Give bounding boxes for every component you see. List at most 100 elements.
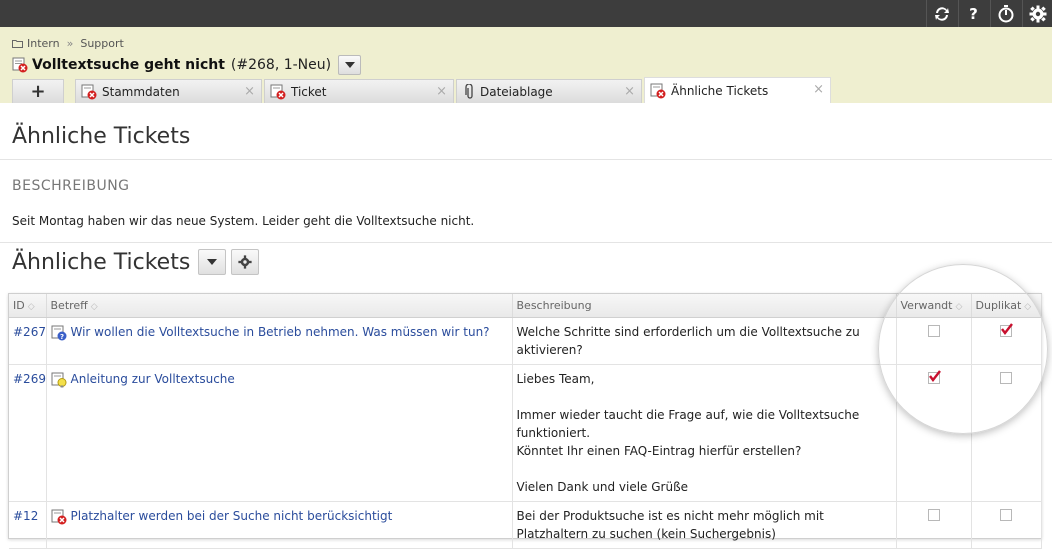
description-cell: Welche Schritte sind erforderlich um die… xyxy=(512,317,897,365)
ticket-error-icon xyxy=(51,509,66,524)
check-icon xyxy=(928,369,941,382)
column-label: Verwandt xyxy=(900,298,953,312)
description-line: Vielen Dank und viele Grüße xyxy=(516,479,689,494)
column-header-description[interactable]: Beschreibung xyxy=(512,294,897,318)
related-cell xyxy=(896,501,972,549)
title-row: Volltextsuche geht nicht (#268, 1-Neu) xyxy=(12,54,362,76)
ticket-question-icon: ? xyxy=(51,325,66,341)
ticket-id-link[interactable]: #12 xyxy=(9,501,47,549)
description-line: Liebes Team, xyxy=(516,371,595,386)
ticket-meta: (#268, 1-Neu) xyxy=(230,57,332,73)
help-label: ? xyxy=(969,4,978,23)
description-line: Bei der Produktsuche ist es nicht mehr m… xyxy=(516,508,824,541)
ticket-id-link[interactable]: #267 xyxy=(9,317,47,365)
ticket-menu-button[interactable] xyxy=(338,55,362,75)
column-label: Duplikat xyxy=(975,298,1022,312)
ticket-idea-icon xyxy=(51,372,66,387)
column-label: Betreff xyxy=(50,298,88,312)
ticket-error-icon xyxy=(270,84,286,99)
table-row: #269 Anleitung zur Volltextsuche Liebes … xyxy=(9,364,1042,502)
description-label: BESCHREIBUNG xyxy=(12,178,130,194)
sort-icon: ◇ xyxy=(27,301,35,312)
ticket-subject-link[interactable]: Wir wollen die Volltextsuche in Betrieb … xyxy=(71,323,490,341)
add-tab-button[interactable]: + xyxy=(12,79,64,103)
divider xyxy=(0,159,1052,160)
similar-tickets-table: ID ◇ Betreff ◇ Beschreibung Verwandt ◇ Dupl… xyxy=(8,293,1042,549)
tab-ticket[interactable]: Ticket × xyxy=(264,79,454,103)
related-checkbox[interactable] xyxy=(927,369,941,384)
top-toolbar: ? xyxy=(0,0,1052,27)
svg-text:?: ? xyxy=(59,333,63,341)
column-label: ID xyxy=(13,298,25,312)
table-header-row: ID ◇ Betreff ◇ Beschreibung Verwandt ◇ Dupl… xyxy=(9,294,1042,318)
sort-icon: ◇ xyxy=(1024,301,1032,312)
tab-dateiablage[interactable]: Dateiablage × xyxy=(456,79,642,103)
column-label: Beschreibung xyxy=(516,298,592,312)
ticket-id-link[interactable]: #269 xyxy=(9,364,47,502)
ticket-subject-link[interactable]: Anleitung zur Volltextsuche xyxy=(71,370,235,388)
related-cell xyxy=(896,364,972,502)
breadcrumb-separator: » xyxy=(66,37,74,50)
tab-label: Ticket xyxy=(291,84,327,99)
breadcrumb: Intern » Support xyxy=(12,37,124,50)
close-icon[interactable]: × xyxy=(244,84,255,99)
close-icon[interactable]: × xyxy=(436,84,447,99)
duplicate-checkbox[interactable] xyxy=(1000,371,1012,384)
section-title: Ähnliche Tickets xyxy=(12,249,191,275)
refresh-icon[interactable] xyxy=(926,0,956,27)
duplicate-checkbox[interactable] xyxy=(1000,322,1013,337)
check-icon xyxy=(1001,322,1013,335)
similar-tickets-header: Ähnliche Tickets xyxy=(12,249,260,275)
chevron-down-icon xyxy=(344,62,355,68)
related-checkbox[interactable] xyxy=(927,324,940,337)
close-icon[interactable]: × xyxy=(624,84,635,99)
section-menu-button[interactable] xyxy=(198,249,227,275)
divider xyxy=(0,242,1052,243)
duplicate-cell xyxy=(971,317,1042,365)
column-header-duplicate[interactable]: Duplikat ◇ xyxy=(971,294,1042,318)
duplicate-cell xyxy=(971,501,1042,549)
help-icon[interactable]: ? xyxy=(958,0,988,27)
related-checkbox[interactable] xyxy=(927,508,940,521)
breadcrumb-item-intern[interactable]: Intern xyxy=(27,37,60,50)
subject-cell: Anleitung zur Volltextsuche xyxy=(46,364,513,502)
duplicate-checkbox[interactable] xyxy=(1000,508,1012,521)
table-row: #12 Platzhalter werden bei der Suche nic… xyxy=(9,501,1042,549)
gear-icon xyxy=(238,255,252,269)
sort-icon: ◇ xyxy=(90,301,98,312)
subject-cell: ? Wir wollen die Volltextsuche in Betrie… xyxy=(46,317,513,365)
add-tab-label: + xyxy=(30,81,46,102)
tab-aehnliche-tickets[interactable]: Ähnliche Tickets × xyxy=(644,77,831,103)
subject-cell: Platzhalter werden bei der Suche nicht b… xyxy=(46,501,513,549)
description-text: Seit Montag haben wir das neue System. L… xyxy=(12,214,475,228)
related-cell xyxy=(896,317,972,365)
timer-icon[interactable] xyxy=(990,0,1020,27)
tab-label: Stammdaten xyxy=(102,84,180,99)
ticket-header: Intern » Support Volltextsuche geht nich… xyxy=(0,27,1052,103)
column-header-subject[interactable]: Betreff ◇ xyxy=(46,294,513,318)
paperclip-icon xyxy=(465,83,473,99)
breadcrumb-item-support[interactable]: Support xyxy=(80,37,123,50)
ticket-error-icon xyxy=(650,83,666,98)
folder-icon xyxy=(12,40,23,48)
section-settings-button[interactable] xyxy=(231,249,260,275)
description-line: Könntet Ihr einen FAQ-Eintrag hierfür er… xyxy=(516,443,802,458)
tab-label: Ähnliche Tickets xyxy=(671,83,769,98)
description-line: Welche Schritte sind erforderlich um die… xyxy=(516,324,860,357)
page-title: Ähnliche Tickets xyxy=(12,124,191,149)
close-icon[interactable]: × xyxy=(813,82,824,97)
table-row: #267 ? Wir wollen die Volltextsuche in B… xyxy=(9,317,1042,365)
duplicate-cell xyxy=(971,364,1042,502)
sort-icon: ◇ xyxy=(955,301,963,312)
ticket-error-icon xyxy=(12,57,28,73)
gear-icon[interactable] xyxy=(1022,0,1052,27)
description-cell: Liebes Team, Immer wieder taucht die Fra… xyxy=(512,364,897,502)
column-header-related[interactable]: Verwandt ◇ xyxy=(896,294,972,318)
description-cell: Bei der Produktsuche ist es nicht mehr m… xyxy=(512,501,897,549)
chevron-down-icon xyxy=(207,259,218,265)
tab-stammdaten[interactable]: Stammdaten × xyxy=(75,79,262,103)
ticket-subject-link[interactable]: Platzhalter werden bei der Suche nicht b… xyxy=(71,507,393,525)
column-header-id[interactable]: ID ◇ xyxy=(9,294,47,318)
description-line: Immer wieder taucht die Frage auf, wie d… xyxy=(516,407,860,440)
